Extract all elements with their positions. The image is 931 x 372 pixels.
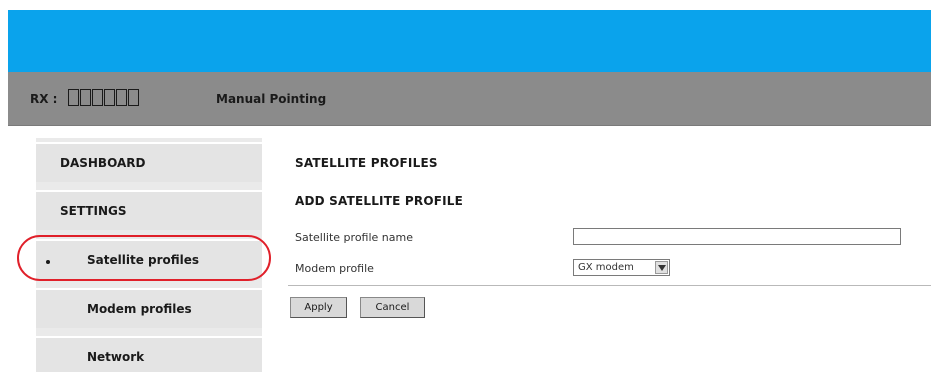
highlight-annotation	[17, 235, 271, 281]
modem-profile-select[interactable]: GX modem	[573, 259, 670, 276]
rx-indicator-cell	[68, 89, 79, 106]
brand-band	[8, 10, 931, 72]
rx-signal-indicator	[68, 89, 140, 106]
sidebar-item-label: Modem profiles	[87, 302, 192, 316]
form-divider	[288, 285, 931, 286]
apply-button[interactable]: Apply	[290, 297, 347, 318]
chevron-down-icon[interactable]	[655, 261, 668, 274]
main-panel: SATELLITE PROFILES ADD SATELLITE PROFILE…	[288, 126, 931, 372]
status-bar: RX : Manual Pointing	[8, 72, 931, 126]
top-banner	[0, 0, 931, 72]
rx-label: RX :	[30, 92, 58, 106]
sidebar-item-network[interactable]: Network	[36, 336, 262, 372]
modem-profile-label: Modem profile	[295, 262, 374, 275]
subsection-title: ADD SATELLITE PROFILE	[295, 194, 464, 208]
profile-name-label: Satellite profile name	[295, 231, 413, 244]
sidebar-item-label: DASHBOARD	[60, 156, 146, 170]
page-title: Manual Pointing	[216, 92, 327, 106]
section-title: SATELLITE PROFILES	[295, 156, 438, 170]
sidebar-item-label: Network	[87, 350, 145, 364]
rx-indicator-cell	[92, 89, 103, 106]
modem-profile-selected-value: GX modem	[578, 262, 634, 273]
rx-indicator-cell	[116, 89, 127, 106]
sidebar-item-label: SETTINGS	[60, 204, 127, 218]
rx-indicator-cell	[128, 89, 139, 106]
sidebar-item-dashboard[interactable]: DASHBOARD	[36, 142, 262, 182]
profile-name-input[interactable]	[573, 228, 901, 245]
sidebar-item-settings[interactable]: SETTINGS	[36, 190, 262, 230]
cancel-button[interactable]: Cancel	[360, 297, 425, 318]
sidebar-item-modem-profiles[interactable]: Modem profiles	[36, 288, 262, 328]
rx-indicator-cell	[80, 89, 91, 106]
rx-indicator-cell	[104, 89, 115, 106]
